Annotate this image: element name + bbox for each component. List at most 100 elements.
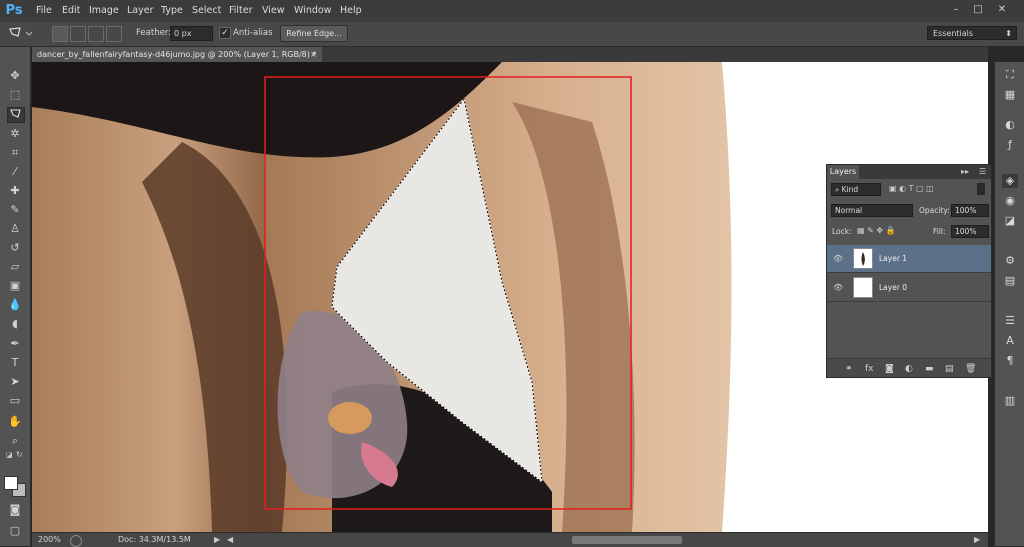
menu-layer[interactable]: Layer xyxy=(127,0,154,22)
zoom-level[interactable]: 200% xyxy=(38,533,61,547)
link-layers-icon[interactable]: ⚭ xyxy=(845,364,853,374)
fill-input[interactable]: 100% xyxy=(951,225,989,238)
history-brush-tool-icon[interactable]: ↺ xyxy=(7,241,23,255)
swap-colors-icon[interactable]: ↻ xyxy=(16,450,24,459)
anti-alias-checkbox[interactable]: ✓ xyxy=(219,27,231,39)
tool-presets-icon[interactable]: ▥ xyxy=(1002,394,1018,408)
filter-icons[interactable]: ▣ ◐ T ▢ ◫ xyxy=(889,184,934,193)
color-panel-icon[interactable]: ◐ xyxy=(1002,118,1018,132)
eye-icon[interactable]: 👁 xyxy=(833,254,843,263)
scroll-left-icon[interactable]: ◀ xyxy=(227,533,233,547)
zoom-tool-icon[interactable]: ⌕ xyxy=(7,434,23,448)
clone-stamp-tool-icon[interactable]: ♙ xyxy=(7,222,23,236)
eye-icon[interactable]: 👁 xyxy=(833,283,843,292)
feather-input[interactable]: 0 px xyxy=(170,26,213,41)
properties-panel-icon[interactable]: ▦ xyxy=(1002,88,1018,102)
history-panel-icon[interactable]: ⛶ xyxy=(1002,68,1018,82)
layer-name[interactable]: Layer 1 xyxy=(879,254,907,263)
close-button[interactable]: ✕ xyxy=(992,3,1012,17)
character-panel-icon[interactable]: A xyxy=(1002,334,1018,348)
gradient-tool-icon[interactable]: ▣ xyxy=(7,279,23,293)
marquee-tool-icon[interactable]: ⬚ xyxy=(7,88,23,102)
new-group-icon[interactable]: ▬ xyxy=(925,364,934,374)
menu-type[interactable]: Type xyxy=(161,0,183,22)
layer-name[interactable]: Layer 0 xyxy=(879,283,907,292)
magic-wand-tool-icon[interactable]: ✲ xyxy=(7,127,23,141)
foreground-color-swatch[interactable] xyxy=(4,476,18,490)
anti-alias-label: Anti-alias xyxy=(233,28,273,38)
scroll-right-icon[interactable]: ▶ xyxy=(974,533,980,547)
filter-toggle[interactable] xyxy=(977,183,985,195)
workspace-select[interactable]: Essentials ⬍ xyxy=(927,26,1017,40)
dodge-tool-icon[interactable]: ◖ xyxy=(7,317,23,331)
status-arrow-icon[interactable]: ▶ xyxy=(214,533,220,547)
lasso-tool-icon[interactable] xyxy=(7,107,25,123)
menu-select[interactable]: Select xyxy=(192,0,221,22)
blend-mode-value: Normal xyxy=(835,206,863,215)
new-layer-icon[interactable]: ▤ xyxy=(945,364,954,374)
move-tool-icon[interactable]: ✥ xyxy=(7,69,23,83)
opacity-label: Opacity: xyxy=(919,206,950,215)
menu-view[interactable]: View xyxy=(262,0,285,22)
styles-panel-icon[interactable]: ▤ xyxy=(1002,274,1018,288)
eraser-tool-icon[interactable]: ▱ xyxy=(7,260,23,274)
lock-icons[interactable]: ▦ ✎ ✥ 🔒 xyxy=(857,226,896,235)
healing-brush-tool-icon[interactable]: ✚ xyxy=(7,184,23,198)
fx-icon[interactable]: fx xyxy=(865,364,874,374)
layer-row-layer-0[interactable]: 👁 Layer 0 xyxy=(827,274,991,302)
horizontal-scrollbar[interactable] xyxy=(572,536,682,544)
brush-presets-icon[interactable]: ☰ xyxy=(1002,314,1018,328)
refine-edge-button[interactable]: Refine Edge... xyxy=(280,25,348,42)
quick-mask-icon[interactable]: ◙ xyxy=(7,503,23,517)
document-tab[interactable]: dancer_by_fallenfairyfantasy-d46jumo.jpg… xyxy=(32,47,322,62)
polygonal-lasso-preset-icon[interactable] xyxy=(6,25,36,41)
adjustment-layer-icon[interactable]: ◐ xyxy=(905,364,913,374)
filter-kind-select[interactable]: ⌕ Kind xyxy=(831,183,881,196)
fill-label: Fill: xyxy=(933,227,946,236)
layers-panel-icon[interactable]: ◈ xyxy=(1002,174,1018,188)
blend-mode-select[interactable]: Normal xyxy=(831,204,913,217)
maximize-button[interactable]: □ xyxy=(968,3,988,17)
document-tab-title: dancer_by_fallenfairyfantasy-d46jumo.jpg… xyxy=(37,50,317,59)
screen-mode-icon[interactable]: ▢ xyxy=(7,524,23,538)
menu-edit[interactable]: Edit xyxy=(62,0,80,22)
menu-image[interactable]: Image xyxy=(89,0,119,22)
default-colors-icon[interactable]: ◪ xyxy=(6,451,14,459)
minimize-button[interactable]: – xyxy=(946,3,966,17)
pen-tool-icon[interactable]: ✒ xyxy=(7,337,23,351)
filter-kind-value: Kind xyxy=(841,185,859,194)
type-tool-icon[interactable]: T xyxy=(7,356,23,370)
swatches-panel-icon[interactable]: ƒ xyxy=(1002,138,1018,152)
adjustments-panel-icon[interactable]: ⚙ xyxy=(1002,254,1018,268)
subtract-from-selection-icon[interactable] xyxy=(88,26,104,42)
intersect-selection-icon[interactable] xyxy=(106,26,122,42)
menu-filter[interactable]: Filter xyxy=(229,0,253,22)
panel-menu-icon[interactable]: ☰ xyxy=(979,167,986,176)
brush-tool-icon[interactable]: ✎ xyxy=(7,203,23,217)
add-mask-icon[interactable]: ◙ xyxy=(885,364,894,374)
menu-file[interactable]: File xyxy=(36,0,52,22)
paths-panel-icon[interactable]: ◪ xyxy=(1002,214,1018,228)
add-to-selection-icon[interactable] xyxy=(70,26,86,42)
hand-tool-icon[interactable]: ✋ xyxy=(7,415,23,429)
crop-tool-icon[interactable]: ⌗ xyxy=(7,146,23,160)
layer-row-layer-1[interactable]: 👁 Layer 1 xyxy=(827,245,991,273)
menu-window[interactable]: Window xyxy=(294,0,331,22)
channels-panel-icon[interactable]: ◉ xyxy=(1002,194,1018,208)
shape-tool-icon[interactable]: ▭ xyxy=(7,394,23,408)
delete-layer-icon[interactable]: 🗑 xyxy=(965,364,976,374)
new-selection-icon[interactable] xyxy=(52,26,68,42)
layer-thumbnail xyxy=(853,277,873,298)
eyedropper-tool-icon[interactable]: ⁄ xyxy=(7,165,23,179)
tools-panel: ✥ ⬚ ✲ ⌗ ⁄ ✚ ✎ ♙ ↺ ▱ ▣ 💧 ◖ ✒ T ➤ ▭ ✋ ⌕ ◪ … xyxy=(0,47,31,546)
path-selection-tool-icon[interactable]: ➤ xyxy=(7,375,23,389)
blur-tool-icon[interactable]: 💧 xyxy=(7,298,23,312)
layers-panel: Layers ▸▸ ☰ ⌕ Kind ▣ ◐ T ▢ ◫ Normal Opac… xyxy=(826,164,992,378)
menu-help[interactable]: Help xyxy=(340,0,362,22)
close-icon[interactable]: × xyxy=(310,47,317,62)
status-menu-icon[interactable] xyxy=(70,535,82,547)
collapse-panel-icon[interactable]: ▸▸ xyxy=(961,167,969,176)
paragraph-panel-icon[interactable]: ¶ xyxy=(1002,354,1018,368)
layers-tab[interactable]: Layers xyxy=(827,165,859,179)
opacity-input[interactable]: 100% xyxy=(951,204,989,217)
